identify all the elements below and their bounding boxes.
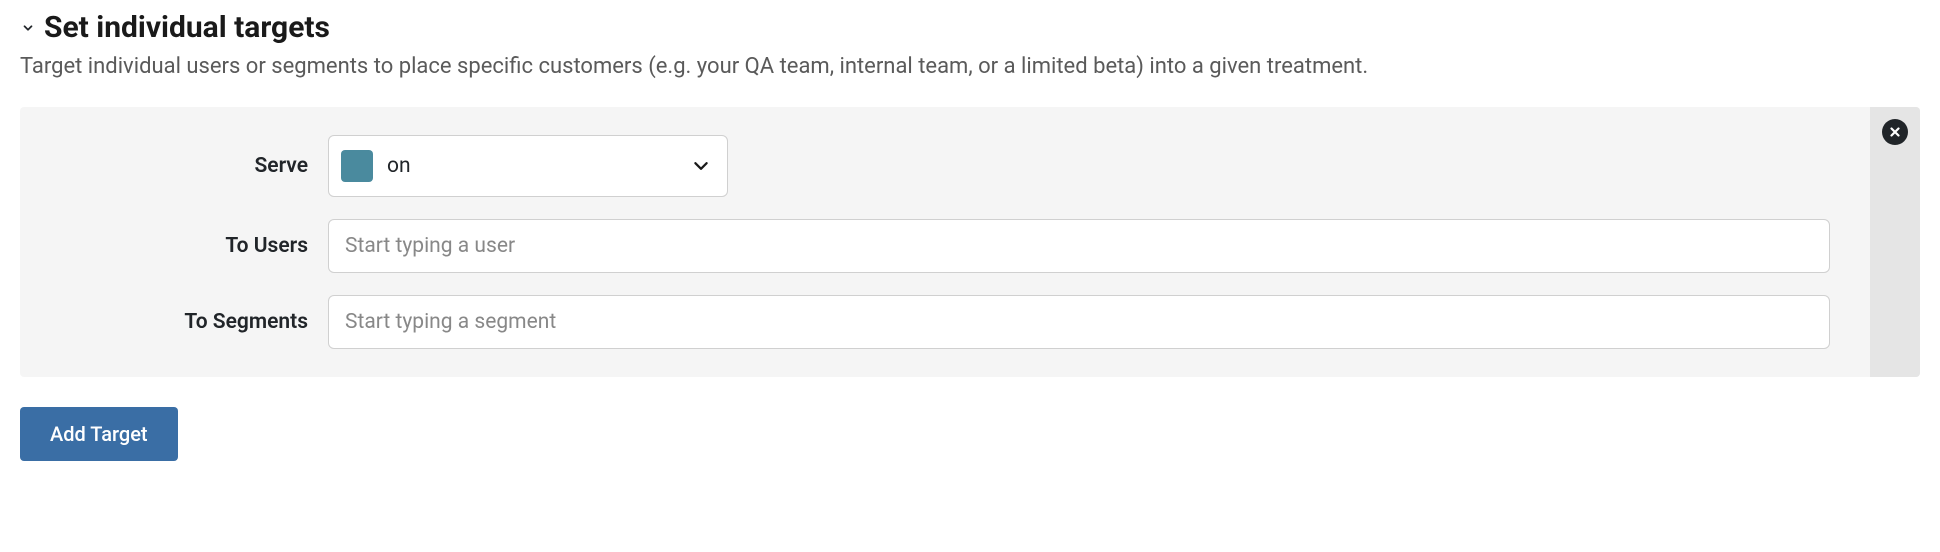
section-subtitle: Target individual users or segments to p… — [20, 54, 1920, 79]
serve-row: Serve on — [48, 135, 1830, 197]
close-icon — [1888, 125, 1902, 139]
remove-target-button[interactable] — [1882, 119, 1908, 145]
add-target-button[interactable]: Add Target — [20, 407, 178, 461]
target-card: Serve on To Users To Segments — [20, 107, 1920, 377]
section-header: Set individual targets — [20, 10, 1920, 46]
collapse-chevron-icon[interactable] — [20, 20, 36, 36]
segments-input[interactable] — [328, 295, 1830, 349]
treatment-swatch-icon — [341, 150, 373, 182]
serve-select[interactable]: on — [328, 135, 728, 197]
users-input[interactable] — [328, 219, 1830, 273]
target-form: Serve on To Users To Segments — [48, 135, 1870, 349]
chevron-down-icon — [691, 156, 711, 176]
section-title: Set individual targets — [44, 10, 330, 46]
to-segments-label: To Segments — [48, 310, 328, 334]
close-strip — [1870, 107, 1920, 377]
to-users-row: To Users — [48, 219, 1830, 273]
to-segments-row: To Segments — [48, 295, 1830, 349]
serve-label: Serve — [48, 154, 328, 178]
to-users-label: To Users — [48, 234, 328, 258]
serve-selected-value: on — [387, 154, 691, 178]
